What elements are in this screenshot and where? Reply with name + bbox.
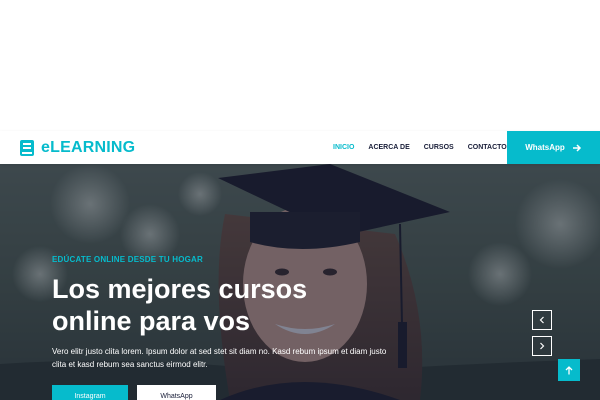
brand-name: eLEARNING	[41, 138, 136, 156]
chevron-left-icon	[539, 316, 544, 324]
brand-logo[interactable]: eLEARNING	[20, 131, 135, 164]
navbar: eLEARNING INICIO ACERCA DE CURSOS CONTAC…	[0, 131, 600, 164]
nav-links: INICIO ACERCA DE CURSOS CONTACTO	[333, 131, 521, 164]
nav-item-contacto[interactable]: CONTACTO	[468, 144, 507, 151]
whatsapp-button[interactable]: WhatsApp	[137, 385, 216, 400]
arrow-up-icon	[565, 365, 573, 374]
hero-eyebrow: EDÚCATE ONLINE DESDE TU HOGAR	[52, 255, 203, 264]
whatsapp-nav-label: WhatsApp	[525, 143, 565, 152]
back-to-top-button[interactable]	[558, 359, 580, 381]
instagram-button[interactable]: Instagram	[52, 385, 128, 400]
hero-carousel: EDÚCATE ONLINE DESDE TU HOGAR Los mejore…	[0, 164, 600, 400]
carousel-next-button[interactable]	[532, 336, 552, 356]
whatsapp-nav-button[interactable]: WhatsApp	[507, 131, 600, 164]
carousel-prev-button[interactable]	[532, 310, 552, 330]
arrow-right-icon	[572, 143, 581, 152]
nav-item-acerca-de[interactable]: ACERCA DE	[368, 144, 409, 151]
nav-item-cursos[interactable]: CURSOS	[424, 144, 454, 151]
nav-item-inicio[interactable]: INICIO	[333, 144, 354, 151]
chevron-right-icon	[540, 342, 545, 350]
book-icon	[20, 139, 34, 156]
hero-description: Vero elitr justo clita lorem. Ipsum dolo…	[52, 347, 387, 369]
hero-title: Los mejores cursos online para vos	[52, 274, 308, 336]
top-blank-area	[0, 0, 600, 131]
